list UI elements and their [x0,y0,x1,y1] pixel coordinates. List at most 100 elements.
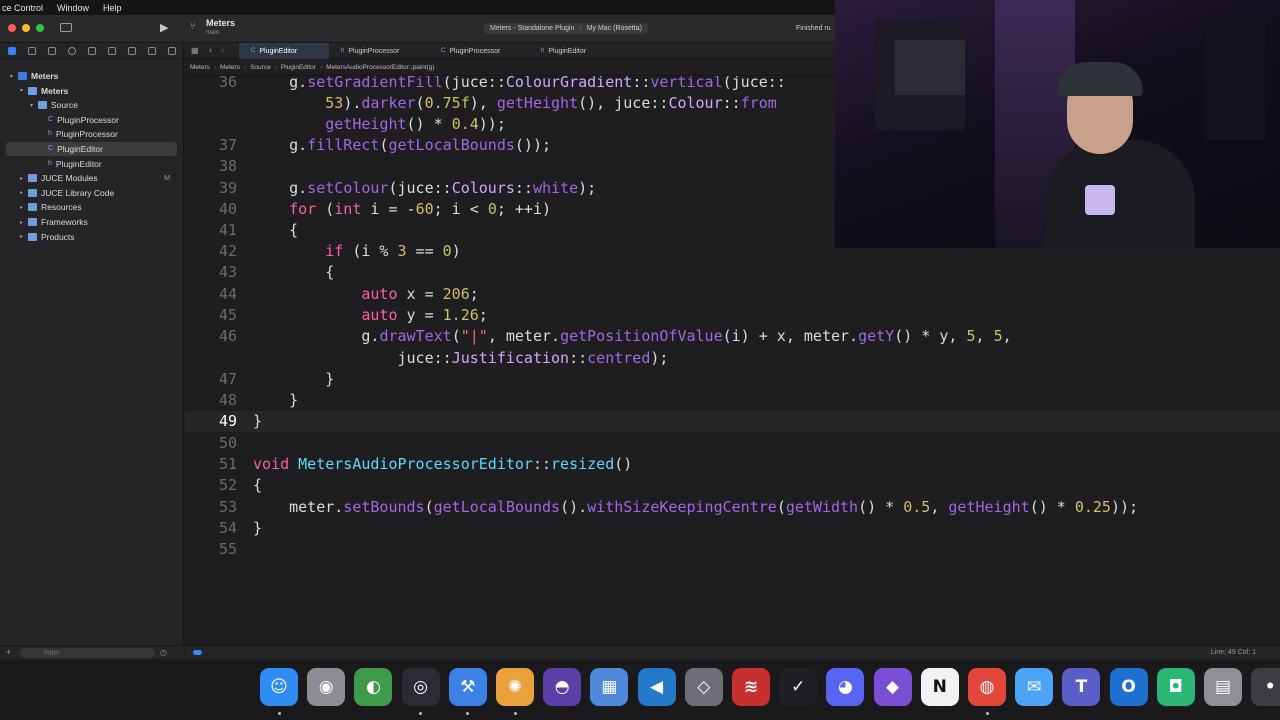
debug-area-toggle[interactable] [193,650,202,655]
sidebar-toggle-icon[interactable] [60,23,72,32]
debug-navigator-icon[interactable] [128,47,136,55]
code-line[interactable]: 52 { [185,475,1280,496]
disclosure-triangle-icon[interactable]: ▸ [20,175,28,182]
navigator-item[interactable]: C PluginProcessor [0,113,184,127]
code-line[interactable]: 47 } [185,369,1280,390]
forward-arrow-icon[interactable]: › [221,45,224,55]
dock-outlook-icon[interactable]: O [1109,668,1148,706]
run-destination[interactable]: My Mac (Rosetta) [587,25,642,32]
disclosure-triangle-icon[interactable]: ▸ [20,204,28,211]
add-file-icon[interactable]: + [6,647,11,657]
dock-obs-icon[interactable]: ◎ [401,668,440,706]
code-line[interactable]: 43 { [185,262,1280,283]
dock-disk-utility-icon[interactable]: ◉ [307,668,346,706]
navigator-item[interactable]: ▾ Meters [0,69,184,83]
run-button[interactable]: ▶ [160,21,168,34]
jumpbar-file[interactable]: PluginEditor [281,64,316,71]
line-number: 51 [218,455,237,473]
zoom-window-button[interactable] [36,24,44,32]
disclosure-triangle-icon[interactable]: ▾ [10,73,18,80]
dock-obsidian-icon[interactable]: ◆ [873,668,912,706]
code-line[interactable]: juce::Justification::centred); [185,348,1280,369]
disclosure-triangle-icon[interactable]: ▾ [30,102,38,109]
back-arrow-icon[interactable]: ‹ [209,45,212,55]
code-token: ( [316,200,335,218]
dock-teams-icon[interactable]: T [1062,668,1101,706]
scheme-selector[interactable]: Meters - Standalone Plugin › My Mac (Ros… [484,23,648,34]
code-line[interactable]: 45 auto y = 1.26; [185,305,1280,326]
jumpbar-group[interactable]: Meters [220,64,240,71]
dock-discord-icon[interactable]: ◕ [826,668,865,706]
tab-label: PluginEditor [548,47,587,55]
dock-more-icon[interactable]: • [1251,668,1280,706]
dock-github-desktop-icon[interactable]: ◓ [543,668,582,706]
navigator-item[interactable]: ▾ Source [0,98,184,112]
dock-mail-icon[interactable]: ✉ [1015,668,1054,706]
dock-chrome-icon[interactable]: ◍ [968,668,1006,706]
disclosure-triangle-icon[interactable]: ▸ [20,189,28,196]
navigator-item[interactable]: ▸ Resources [0,200,184,214]
tab-plugineditor-cpp[interactable]: C PluginEditor [239,43,329,59]
jumpbar-folder[interactable]: Source [250,64,271,71]
dock-audio-plugin-icon[interactable]: ≋ [732,668,770,706]
close-window-button[interactable] [8,24,16,32]
dock-notion-icon[interactable]: N [920,668,959,706]
navigator-item[interactable]: ▸ JUCE Library Code [0,186,184,200]
dock-finder-icon[interactable]: ☺ [260,668,298,706]
dock-reaper-icon[interactable]: ◐ [354,668,393,706]
navigator-item[interactable]: ▸ Frameworks [0,215,184,229]
filter-options-icon[interactable]: ◷ [160,648,167,657]
navigator-item[interactable]: h PluginProcessor [0,127,184,141]
disclosure-triangle-icon[interactable]: ▸ [20,219,28,226]
tab-pluginprocessor-h[interactable]: h PluginProcessor [329,43,429,59]
navigator-filter-input[interactable] [20,648,155,658]
code-line[interactable]: 55 [185,539,1280,560]
dock-facetime-icon[interactable]: ◘ [1156,668,1195,706]
code-line[interactable]: 51 void MetersAudioProcessorEditor::resiz… [185,454,1280,475]
dock-xcode-icon[interactable]: ⚒ [448,668,487,706]
navigator-selector-bar [0,43,183,59]
issue-navigator-icon[interactable] [88,47,96,55]
test-navigator-icon[interactable] [108,47,116,55]
report-navigator-icon[interactable] [168,47,176,55]
disclosure-triangle-icon[interactable]: ▾ [20,87,28,94]
code-line[interactable]: 54} [185,518,1280,539]
code-line[interactable]: 53 meter.setBounds(getLocalBounds().with… [185,497,1280,518]
code-token: :: [632,76,651,91]
menu-item-control[interactable]: ce Control [2,3,43,13]
dock-color-app-icon[interactable]: ✺ [496,668,534,706]
code-line[interactable]: 46 g.drawText("|", meter.getPositionOfVa… [185,326,1280,347]
find-navigator-icon[interactable] [68,47,76,55]
navigator-item[interactable]: ▾ Meters [0,84,184,98]
source-control-icon[interactable] [28,47,36,55]
project-navigator-icon[interactable] [8,47,16,55]
code-line[interactable]: 44 auto x = 206; [185,284,1280,305]
code-line[interactable]: 50 [185,433,1280,454]
navigator-item-label: JUCE Library Code [41,187,115,198]
menu-item-help[interactable]: Help [103,3,122,13]
navigator-item-label: PluginEditor [57,144,103,154]
dock-calculator-icon[interactable]: ▤ [1204,668,1242,706]
dock-vscode-icon[interactable]: ◀ [637,668,676,706]
jumpbar-project[interactable]: Meters [190,64,210,71]
symbol-navigator-icon[interactable] [48,47,56,55]
code-line[interactable]: 48 } [185,390,1280,411]
navigator-item[interactable]: ▸ Products [0,230,184,244]
disclosure-triangle-icon[interactable]: ▸ [20,233,28,240]
dock-unity-icon[interactable]: ◇ [684,668,723,706]
breakpoint-navigator-icon[interactable] [148,47,156,55]
navigator-item[interactable]: ▸ JUCE Modules M [0,171,184,185]
dock-tasks-icon[interactable]: ✓ [779,668,818,706]
tab-pluginprocessor-cpp[interactable]: C PluginProcessor [429,43,529,59]
code-token: getLocalBounds [388,136,515,154]
jumpbar-symbol[interactable]: MetersAudioProcessorEditor::paint(g) [326,64,434,71]
dock-preview-icon[interactable]: ▦ [590,668,629,706]
code-line[interactable]: 49} [185,411,1280,432]
navigator-item[interactable]: h PluginEditor [0,157,184,171]
tab-plugineditor-h[interactable]: h PluginEditor [529,43,629,59]
menu-item-window[interactable]: Window [57,3,89,13]
grid-icon[interactable]: ▦ [191,46,199,55]
navigator-item[interactable]: C PluginEditor [6,142,177,156]
minimize-window-button[interactable] [22,24,30,32]
